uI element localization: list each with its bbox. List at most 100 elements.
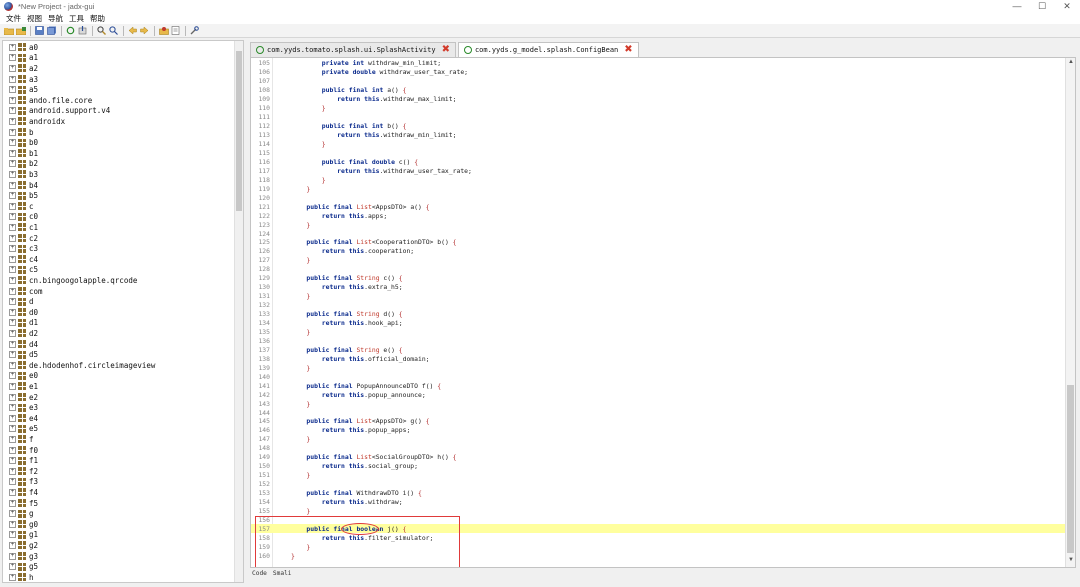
tree-item[interactable]: + a3 [3,74,233,85]
tree-item[interactable]: + g3 [3,551,233,562]
smali-tab[interactable]: Smali [273,570,292,577]
expand-toggle-icon[interactable]: + [9,54,16,62]
maximize-button[interactable]: ☐ [1030,0,1054,12]
tree-item[interactable]: + e0 [3,371,233,382]
tree-item[interactable]: + c [3,201,233,212]
tree-item[interactable]: + b [3,127,233,138]
tree-item[interactable]: + g [3,508,233,519]
package-tree[interactable]: + a0 + a1 + a2 + a3 + a5 + ando.file.core + android.s… [2,40,244,583]
expand-toggle-icon[interactable]: + [9,351,16,359]
settings-icon[interactable] [189,26,200,36]
menu-tools[interactable]: 工具 [69,13,84,24]
expand-toggle-icon[interactable]: + [9,510,16,518]
tree-item[interactable]: + com [3,286,233,297]
search-icon[interactable] [96,26,107,36]
expand-toggle-icon[interactable]: + [9,520,16,528]
expand-toggle-icon[interactable]: + [9,467,16,475]
tree-item[interactable]: + e2 [3,392,233,403]
expand-toggle-icon[interactable]: + [9,96,16,104]
expand-toggle-icon[interactable]: + [9,382,16,390]
tree-scrollbar-thumb[interactable] [236,51,242,211]
expand-toggle-icon[interactable]: + [9,75,16,83]
expand-toggle-icon[interactable]: + [9,573,16,581]
tree-item[interactable]: + g1 [3,530,233,541]
tree-item[interactable]: + b5 [3,190,233,201]
tree-item[interactable]: + b0 [3,137,233,148]
expand-toggle-icon[interactable]: + [9,181,16,189]
tree-item[interactable]: + f5 [3,498,233,509]
scroll-down-icon[interactable]: ▼ [1066,557,1075,566]
tree-item[interactable]: + d [3,296,233,307]
expand-toggle-icon[interactable]: + [9,340,16,348]
tree-item[interactable]: + g5 [3,561,233,572]
deobfuscate-icon[interactable] [158,26,169,36]
menu-view[interactable]: 视图 [27,13,42,24]
tree-item[interactable]: + e5 [3,424,233,435]
open-folder-icon[interactable] [3,26,14,36]
expand-toggle-icon[interactable]: + [9,234,16,242]
expand-toggle-icon[interactable]: + [9,488,16,496]
expand-toggle-icon[interactable]: + [9,425,16,433]
close-tab-icon[interactable]: ✖ [442,45,450,55]
expand-toggle-icon[interactable]: + [9,531,16,539]
tree-item[interactable]: + e4 [3,413,233,424]
save-icon[interactable] [34,26,45,36]
menu-help[interactable]: 帮助 [90,13,105,24]
expand-toggle-icon[interactable]: + [9,446,16,454]
expand-toggle-icon[interactable]: + [9,372,16,380]
export-icon[interactable] [77,26,88,36]
expand-toggle-icon[interactable]: + [9,192,16,200]
menu-file[interactable]: 文件 [6,13,21,24]
expand-toggle-icon[interactable]: + [9,319,16,327]
code-tab[interactable]: Code [252,570,267,577]
expand-toggle-icon[interactable]: + [9,276,16,284]
tree-item[interactable]: + d4 [3,339,233,350]
expand-toggle-icon[interactable]: + [9,149,16,157]
expand-toggle-icon[interactable]: + [9,393,16,401]
expand-toggle-icon[interactable]: + [9,541,16,549]
close-button[interactable]: ✕ [1055,0,1079,12]
tree-item[interactable]: + a1 [3,53,233,64]
tree-item[interactable]: + a5 [3,84,233,95]
tree-item[interactable]: + f3 [3,477,233,488]
tree-item[interactable]: + b1 [3,148,233,159]
tree-item[interactable]: + f1 [3,455,233,466]
expand-toggle-icon[interactable]: + [9,414,16,422]
tree-item[interactable]: + d0 [3,307,233,318]
expand-toggle-icon[interactable]: + [9,563,16,571]
expand-toggle-icon[interactable]: + [9,245,16,253]
tree-scrollbar[interactable] [234,41,243,582]
tree-item[interactable]: + d2 [3,328,233,339]
expand-toggle-icon[interactable]: + [9,298,16,306]
menu-navigation[interactable]: 导航 [48,13,63,24]
tree-item[interactable]: + g2 [3,540,233,551]
expand-toggle-icon[interactable]: + [9,223,16,231]
expand-toggle-icon[interactable]: + [9,43,16,51]
tree-item[interactable]: + c4 [3,254,233,265]
tree-item[interactable]: + e1 [3,381,233,392]
tree-item[interactable]: + d1 [3,318,233,329]
code-editor[interactable]: 105 private int withdraw_min_limit; 106 p… [250,57,1076,568]
tree-item[interactable]: + e3 [3,402,233,413]
expand-toggle-icon[interactable]: + [9,255,16,263]
save-all-icon[interactable] [46,26,57,36]
tree-item[interactable]: + f4 [3,487,233,498]
tree-item[interactable]: + b4 [3,180,233,191]
code-scrollbar[interactable]: ▲ ▼ [1065,58,1075,567]
code-scrollbar-thumb[interactable] [1067,385,1074,553]
scroll-up-icon[interactable]: ▲ [1066,59,1075,68]
expand-toggle-icon[interactable]: + [9,478,16,486]
tab-config-bean[interactable]: com.yyds.g_model.splash.ConfigBean ✖ [457,42,639,57]
tree-item[interactable]: + cn.bingoogolapple.qrcode [3,275,233,286]
expand-toggle-icon[interactable]: + [9,457,16,465]
expand-toggle-icon[interactable]: + [9,139,16,147]
tree-item[interactable]: + f2 [3,466,233,477]
minimize-button[interactable]: — [1005,0,1029,12]
expand-toggle-icon[interactable]: + [9,64,16,72]
tree-item[interactable]: + a2 [3,63,233,74]
expand-toggle-icon[interactable]: + [9,552,16,560]
tree-item[interactable]: + h [3,572,233,582]
tree-item[interactable]: + g0 [3,519,233,530]
tree-item[interactable]: + c3 [3,243,233,254]
tree-item[interactable]: + de.hdodenhof.circleimageview [3,360,233,371]
